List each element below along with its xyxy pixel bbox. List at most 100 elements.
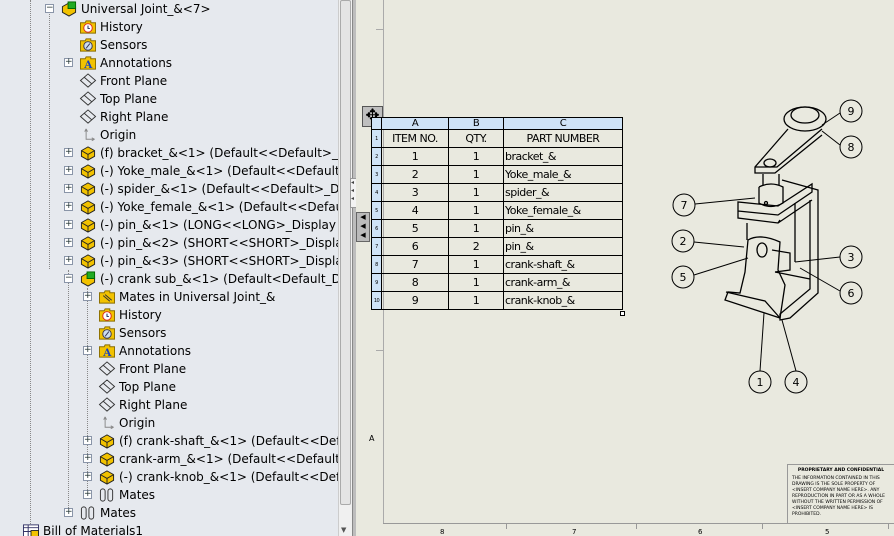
row-number[interactable]: 8 xyxy=(371,255,382,274)
tree-item[interactable]: Mates xyxy=(79,504,136,522)
balloon[interactable]: 7 xyxy=(672,193,696,217)
table-cell[interactable]: crank-knob_& xyxy=(503,291,623,310)
column-header[interactable]: ITEM NO. xyxy=(381,129,449,148)
table-side-handle-icon[interactable]: ◀ ◀ ◀ xyxy=(356,212,370,242)
row-number[interactable]: 3 xyxy=(371,165,382,184)
table-cell[interactable]: 1 xyxy=(448,201,504,220)
tree-item[interactable]: Front Plane xyxy=(79,72,167,90)
collapse-icon[interactable]: − xyxy=(64,274,73,283)
expand-icon[interactable]: + xyxy=(64,256,73,265)
row-number[interactable]: 7 xyxy=(371,237,382,256)
balloon[interactable]: 2 xyxy=(671,229,695,253)
table-row[interactable]: 8 7 1 crank-shaft_& xyxy=(371,255,623,274)
isometric-assembly-view[interactable]: 9 8 7 2 5 3 6 1 4 xyxy=(660,90,894,400)
collapse-icon[interactable]: − xyxy=(45,4,54,13)
table-row[interactable]: 6 5 1 pin_& xyxy=(371,219,623,238)
table-resize-handle[interactable] xyxy=(620,311,625,316)
tree-item[interactable]: (f) bracket_&<1> (Default<<Default>_Disp… xyxy=(79,144,338,162)
tree-item[interactable]: (-) crank-knob_&<1> (Default<<Default> xyxy=(98,468,338,486)
tree-item[interactable]: Origin xyxy=(98,414,155,432)
tree-item[interactable]: crank-arm_&<1> (Default<<Default>_Dis xyxy=(98,450,338,468)
table-cell[interactable]: crank-arm_& xyxy=(503,273,623,292)
row-number[interactable]: 6 xyxy=(371,219,382,238)
tree-item[interactable]: Universal Joint_&<7> xyxy=(60,0,211,18)
column-header[interactable]: QTY. xyxy=(448,129,504,148)
expand-icon[interactable]: + xyxy=(64,202,73,211)
tree-item[interactable]: History xyxy=(79,18,143,36)
table-cell[interactable]: 1 xyxy=(448,183,504,202)
expand-icon[interactable]: + xyxy=(83,436,92,445)
table-cell[interactable]: pin_& xyxy=(503,219,623,238)
expand-icon[interactable]: + xyxy=(83,346,92,355)
table-row[interactable]: 3 2 1 Yoke_male_& xyxy=(371,165,623,184)
tree-item[interactable]: Right Plane xyxy=(79,108,168,126)
expand-icon[interactable]: + xyxy=(64,148,73,157)
tree-item[interactable]: (-) spider_&<1> (Default<<Default>_Displ… xyxy=(79,180,338,198)
expand-icon[interactable]: + xyxy=(83,472,92,481)
tree-item[interactable]: (-) pin_&<1> (LONG<<LONG>_Display State xyxy=(79,216,338,234)
column-header[interactable]: PART NUMBER xyxy=(503,129,623,148)
expand-icon[interactable]: + xyxy=(64,184,73,193)
table-cell[interactable]: 9 xyxy=(381,291,449,310)
table-row[interactable]: 4 3 1 spider_& xyxy=(371,183,623,202)
tree-item[interactable]: (-) Yoke_female_&<1> (Default<<Default>_… xyxy=(79,198,338,216)
tree-item[interactable]: Origin xyxy=(79,126,136,144)
tree-item[interactable]: (f) crank-shaft_&<1> (Default<<Default> xyxy=(98,432,338,450)
balloon[interactable]: 4 xyxy=(784,370,808,394)
balloon[interactable]: 6 xyxy=(839,281,863,305)
table-cell[interactable]: 4 xyxy=(381,201,449,220)
table-cell[interactable]: 1 xyxy=(448,291,504,310)
scroll-down-arrow-icon[interactable]: ▼ xyxy=(341,526,346,534)
expand-icon[interactable]: + xyxy=(83,454,92,463)
balloon[interactable]: 3 xyxy=(839,245,863,269)
expand-icon[interactable]: + xyxy=(64,220,73,229)
table-cell[interactable]: bracket_& xyxy=(503,147,623,166)
tree-item[interactable]: Sensors xyxy=(98,324,166,342)
table-cell[interactable]: 1 xyxy=(448,255,504,274)
table-cell[interactable]: Yoke_male_& xyxy=(503,165,623,184)
tree-item[interactable]: Mates xyxy=(98,486,155,504)
table-row[interactable]: 2 1 1 bracket_& xyxy=(371,147,623,166)
table-row[interactable]: 9 8 1 crank-arm_& xyxy=(371,273,623,292)
tree-item[interactable]: A Annotations xyxy=(98,342,191,360)
expand-icon[interactable]: + xyxy=(64,508,73,517)
bill-of-materials-table[interactable]: A B C 1 ITEM NO. QTY. PART NUMBER 2 1 1 bracket_& 3… xyxy=(371,117,623,310)
table-cell[interactable]: 1 xyxy=(448,219,504,238)
column-letter[interactable]: A xyxy=(381,117,449,130)
expand-icon[interactable]: + xyxy=(83,292,92,301)
tree-item[interactable]: Top Plane xyxy=(98,378,176,396)
table-row[interactable]: 7 6 2 pin_& xyxy=(371,237,623,256)
balloon[interactable]: 9 xyxy=(839,99,863,123)
table-cell[interactable]: spider_& xyxy=(503,183,623,202)
table-cell[interactable]: 5 xyxy=(381,219,449,238)
tree-item[interactable]: (-) crank sub_&<1> (Default<Default_Disp… xyxy=(79,270,338,288)
tree-item[interactable]: (-) pin_&<3> (SHORT<<SHORT>_Display Sta xyxy=(79,252,338,270)
column-letter[interactable]: B xyxy=(448,117,504,130)
tree-item[interactable]: A Annotations xyxy=(79,54,172,72)
row-number[interactable]: 10 xyxy=(371,291,382,310)
table-cell[interactable]: 6 xyxy=(381,237,449,256)
balloon[interactable]: 1 xyxy=(748,370,772,394)
expand-icon[interactable]: + xyxy=(83,490,92,499)
table-row[interactable]: 5 4 1 Yoke_female_& xyxy=(371,201,623,220)
table-cell[interactable]: 1 xyxy=(448,165,504,184)
expand-icon[interactable]: + xyxy=(64,166,73,175)
row-number[interactable]: 1 xyxy=(371,129,382,148)
row-number[interactable]: 9 xyxy=(371,273,382,292)
column-letter[interactable]: C xyxy=(503,117,623,130)
tree-item[interactable]: History xyxy=(98,306,162,324)
tree-item[interactable]: Sensors xyxy=(79,36,147,54)
tree-item[interactable]: (-) Yoke_male_&<1> (Default<<Default>_Di… xyxy=(79,162,338,180)
tree-item[interactable]: Bill of Materials1 xyxy=(22,522,143,536)
tree-item[interactable]: (-) pin_&<2> (SHORT<<SHORT>_Display Sta xyxy=(79,234,338,252)
table-cell[interactable]: 8 xyxy=(381,273,449,292)
tree-scrollbar[interactable]: ▼ xyxy=(338,0,352,536)
row-number[interactable]: 2 xyxy=(371,147,382,166)
tree-item[interactable]: Right Plane xyxy=(98,396,187,414)
balloon[interactable]: 5 xyxy=(671,265,695,289)
scrollbar-thumb[interactable] xyxy=(340,0,351,505)
table-cell[interactable]: Yoke_female_& xyxy=(503,201,623,220)
table-cell[interactable]: 1 xyxy=(381,147,449,166)
table-cell[interactable]: 1 xyxy=(448,147,504,166)
table-cell[interactable]: 2 xyxy=(381,165,449,184)
